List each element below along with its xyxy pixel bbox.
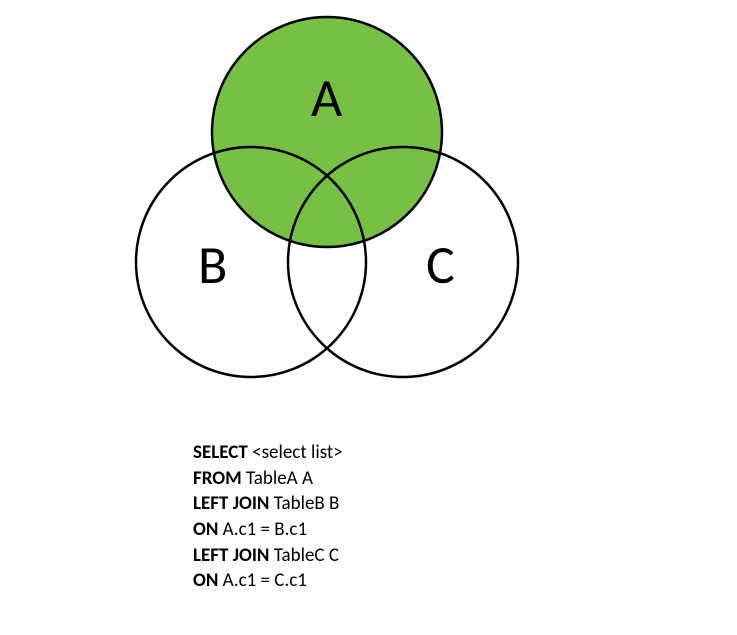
sql-text: A.c1 = B.c1	[223, 518, 307, 541]
sql-line-6: ON A.c1 = C.c1	[193, 568, 343, 594]
sql-keyword: LEFT JOIN	[193, 492, 274, 515]
sql-line-4: ON A.c1 = B.c1	[193, 517, 343, 543]
sql-text: A.c1 = C.c1	[223, 569, 307, 592]
sql-code-block: SELECT <select list> FROM TableA A LEFT …	[193, 440, 343, 594]
sql-line-2: FROM TableA A	[193, 466, 343, 492]
sql-text: TableB B	[274, 492, 340, 515]
sql-line-3: LEFT JOIN TableB B	[193, 491, 343, 517]
venn-svg	[0, 0, 737, 425]
label-a: A	[311, 65, 342, 131]
circle-a	[212, 17, 442, 247]
sql-line-5: LEFT JOIN TableC C	[193, 543, 343, 569]
sql-line-1: SELECT <select list>	[193, 440, 343, 466]
sql-keyword: FROM	[193, 467, 246, 490]
label-c: C	[426, 232, 455, 298]
sql-text: TableC C	[274, 544, 339, 567]
venn-diagram: A B C	[0, 0, 737, 425]
sql-keyword: ON	[193, 569, 223, 592]
sql-text: <select list>	[252, 441, 343, 464]
sql-text: TableA A	[246, 467, 313, 490]
label-b: B	[198, 232, 227, 298]
sql-keyword: ON	[193, 518, 223, 541]
sql-keyword: SELECT	[193, 441, 252, 464]
sql-keyword: LEFT JOIN	[193, 544, 274, 567]
